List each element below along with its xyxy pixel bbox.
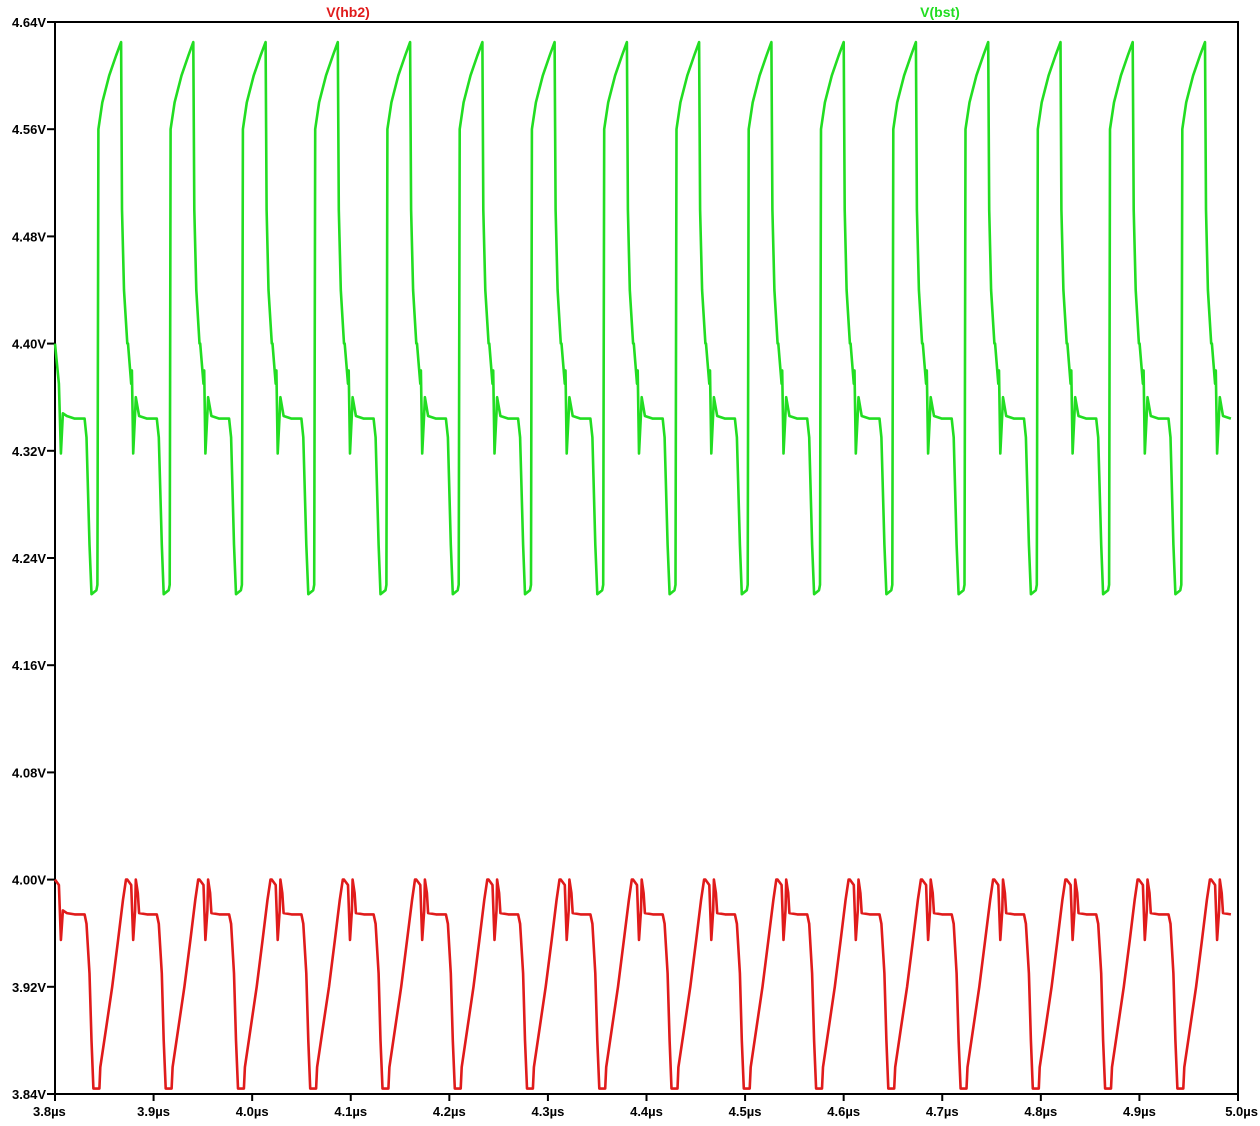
y-tick-label: 4.48V [12,229,46,244]
x-tick-label: 4.2µs [433,1104,466,1119]
y-tick-label: 4.56V [12,122,46,137]
y-tick-label: 3.92V [12,980,46,995]
x-tick-label: 4.4µs [630,1104,663,1119]
x-tick-label: 4.1µs [334,1104,367,1119]
x-tick-label: 3.9µs [137,1104,170,1119]
series-line-V(hb2) [53,878,1232,1090]
legend: V(hb2) V(bst) [326,4,960,20]
y-tick-label: 4.08V [12,765,46,780]
y-tick-label: 4.00V [12,873,46,888]
x-tick-label: 5.0µs [1225,1104,1258,1119]
y-tick-label: 3.84V [12,1087,46,1102]
series-layer [53,40,1232,1090]
x-tick-label: 4.7µs [926,1104,959,1119]
y-tick-label: 4.16V [12,658,46,673]
y-tick-label: 4.40V [12,337,46,352]
series-line-V(bst) [53,40,1232,596]
x-tick-label: 4.0µs [236,1104,269,1119]
legend-entry: V(bst) [920,4,960,20]
y-tick-label: 4.64V [12,15,46,30]
x-tick-label: 4.3µs [532,1104,565,1119]
chart: 4.64V 4.56V 4.48V 4.40V 4.32V 4.24V 4.16V 4.08V… [12,4,1258,1119]
y-tick-label: 4.24V [12,551,46,566]
axes: 4.64V 4.56V 4.48V 4.40V 4.32V 4.24V 4.16V 4.08V… [12,15,1258,1119]
y-tick-label: 4.32V [12,444,46,459]
x-tick-label: 4.9µs [1123,1104,1156,1119]
x-tick-label: 3.8µs [33,1104,66,1119]
x-tick-label: 4.6µs [827,1104,860,1119]
x-tick-label: 4.5µs [729,1104,762,1119]
x-tick-label: 4.8µs [1024,1104,1057,1119]
legend-entry: V(hb2) [326,4,370,20]
